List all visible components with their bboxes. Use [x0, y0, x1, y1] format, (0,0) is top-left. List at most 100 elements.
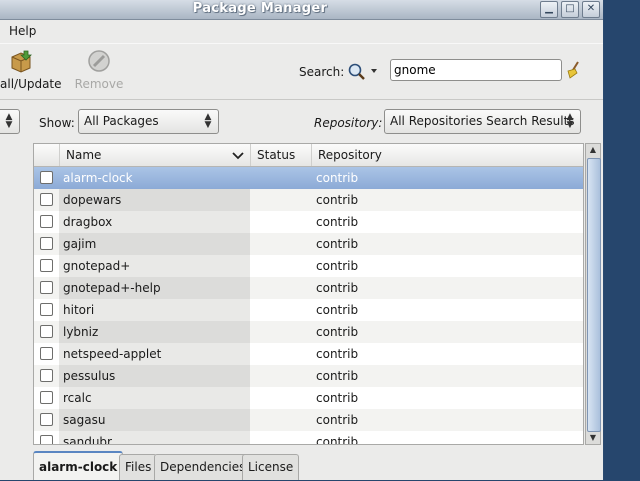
tab-license[interactable]: License — [242, 454, 300, 480]
scrollbar-thumb[interactable] — [587, 158, 601, 432]
table-row[interactable]: rcalc contrib — [34, 387, 583, 409]
name-column-label: Name — [66, 148, 102, 162]
table-row[interactable]: dopewars contrib — [34, 189, 583, 211]
repository-column-label: Repository — [318, 148, 382, 162]
package-name: rcalc — [59, 387, 250, 409]
install-checkbox[interactable] — [40, 237, 53, 250]
repository-column-header[interactable]: Repository — [311, 144, 583, 166]
details-tabs: alarm-clock Files Dependencies License — [33, 451, 585, 480]
package-manager-window: Package Manager ▁ □ ✕ Help all/Update Re… — [0, 0, 604, 480]
install-checkbox[interactable] — [40, 413, 53, 426]
table-row[interactable]: sandubr contrib — [34, 431, 583, 445]
install-checkbox[interactable] — [40, 281, 53, 294]
package-name: sandubr — [59, 431, 250, 444]
package-status — [250, 365, 310, 387]
install-checkbox[interactable] — [40, 369, 53, 382]
title-bar[interactable]: Package Manager ▁ □ ✕ — [0, 0, 603, 20]
status-column-label: Status — [257, 148, 296, 162]
minimize-icon[interactable]: ▁ — [540, 1, 558, 18]
group-select[interactable]: ▲ ▼ — [0, 109, 20, 134]
repository-select-value: All Repositories Search Results — [390, 114, 575, 128]
scroll-up-icon[interactable]: ▲ — [587, 144, 599, 156]
help-menu[interactable]: Help — [9, 24, 36, 38]
menu-bar: Help — [0, 20, 603, 42]
package-repository: contrib — [316, 303, 359, 317]
updown-icon: ▲ ▼ — [5, 112, 13, 130]
package-repository: contrib — [316, 171, 359, 185]
repository-label: Repository: — [314, 116, 383, 130]
tab-files[interactable]: Files — [119, 454, 158, 480]
package-name: gnotepad+ — [59, 255, 250, 277]
install-checkbox[interactable] — [40, 193, 53, 206]
vertical-scrollbar[interactable]: ▲ ▼ — [585, 143, 601, 445]
table-row[interactable]: netspeed-applet contrib — [34, 343, 583, 365]
show-select[interactable]: All Packages ▲ ▼ — [78, 109, 219, 134]
install-checkbox[interactable] — [40, 325, 53, 338]
package-status — [250, 233, 310, 255]
install-checkbox[interactable] — [40, 215, 53, 228]
install-checkbox[interactable] — [40, 347, 53, 360]
package-name: dragbox — [59, 211, 250, 233]
package-status — [250, 299, 310, 321]
install-checkbox[interactable] — [40, 435, 53, 444]
package-repository: contrib — [316, 215, 359, 229]
package-name: gajim — [59, 233, 250, 255]
toolbar: all/Update Remove Search: — [0, 43, 603, 100]
scroll-down-icon[interactable]: ▼ — [587, 432, 599, 444]
install-update-button[interactable]: all/Update — [0, 49, 62, 91]
package-status — [250, 255, 310, 277]
status-column-header[interactable]: Status — [250, 144, 311, 166]
broom-icon — [567, 61, 579, 79]
search-options-button[interactable] — [346, 61, 382, 81]
package-repository: contrib — [316, 413, 359, 427]
close-icon[interactable]: ✕ — [582, 1, 600, 18]
table-row[interactable]: lybniz contrib — [34, 321, 583, 343]
package-name: sagasu — [59, 409, 250, 431]
table-row[interactable]: gnotepad+-help contrib — [34, 277, 583, 299]
package-repository: contrib — [316, 237, 359, 251]
package-name: alarm-clock — [63, 171, 133, 185]
name-column-header[interactable]: Name — [59, 144, 250, 166]
package-repository: contrib — [316, 347, 359, 361]
maximize-icon[interactable]: □ — [561, 1, 579, 18]
remove-button[interactable]: Remove — [74, 49, 124, 91]
table-row[interactable]: sagasu contrib — [34, 409, 583, 431]
package-repository: contrib — [316, 369, 359, 383]
search-label: Search: — [299, 65, 345, 79]
install-checkbox[interactable] — [40, 259, 53, 272]
checkbox-column-header[interactable] — [34, 144, 59, 166]
search-input[interactable] — [390, 59, 562, 81]
tab-package-details[interactable]: alarm-clock — [33, 451, 124, 480]
package-status — [250, 387, 310, 409]
package-repository: contrib — [316, 325, 359, 339]
repository-select[interactable]: All Repositories Search Results ▲ ▼ — [384, 109, 581, 134]
table-row[interactable]: gajim contrib — [34, 233, 583, 255]
package-repository: contrib — [316, 259, 359, 273]
package-repository: contrib — [316, 435, 359, 445]
package-name: hitori — [59, 299, 250, 321]
package-status — [250, 211, 310, 233]
clear-search-button[interactable] — [563, 60, 583, 80]
table-row[interactable]: dragbox contrib — [34, 211, 583, 233]
package-status — [250, 409, 310, 431]
install-checkbox[interactable] — [40, 303, 53, 316]
install-update-label: all/Update — [0, 77, 62, 91]
package-status — [250, 321, 310, 343]
show-select-value: All Packages — [84, 114, 159, 128]
install-checkbox[interactable] — [40, 391, 53, 404]
package-repository: contrib — [316, 391, 359, 405]
remove-label: Remove — [74, 77, 124, 91]
window-title: Package Manager — [192, 1, 328, 16]
install-checkbox[interactable] — [40, 171, 53, 184]
updown-icon: ▲ ▼ — [204, 112, 212, 130]
package-name: pessulus — [59, 365, 250, 387]
table-row[interactable]: pessulus contrib — [34, 365, 583, 387]
table-row[interactable]: alarm-clock contrib — [34, 167, 583, 189]
table-header: Name Status Repository — [34, 144, 583, 167]
tab-dependencies[interactable]: Dependencies — [154, 454, 252, 480]
table-row[interactable]: gnotepad+ contrib — [34, 255, 583, 277]
package-status — [250, 277, 310, 299]
package-name: gnotepad+-help — [59, 277, 250, 299]
sort-chevron-down-icon — [232, 152, 244, 160]
table-row[interactable]: hitori contrib — [34, 299, 583, 321]
